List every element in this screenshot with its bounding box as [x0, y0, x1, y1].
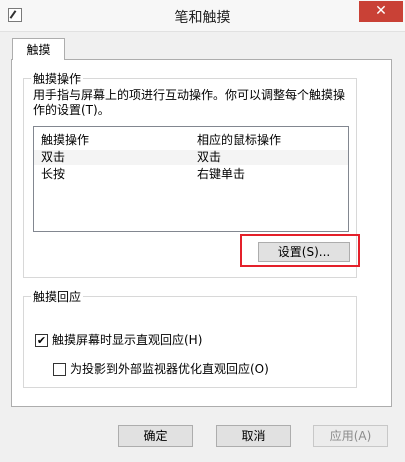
list-item-action: 长按 [41, 167, 66, 181]
touch-feedback-group-title: 触摸回应 [31, 288, 84, 305]
show-visual-feedback-checkbox[interactable]: ✔ [35, 334, 48, 347]
optimize-projection-checkbox[interactable] [53, 363, 66, 376]
title-bar: 笔和触摸 ✕ [0, 0, 405, 32]
show-visual-feedback-label[interactable]: 触摸屏幕时显示直观回应(H) [52, 333, 202, 348]
ok-button[interactable]: 确定 [118, 425, 193, 447]
list-item[interactable]: 双击 双击 [34, 150, 348, 165]
column-header-mouse-action: 相应的鼠标操作 [197, 133, 282, 147]
touch-actions-group-title: 触摸操作 [31, 70, 84, 87]
cancel-button[interactable]: 取消 [216, 425, 291, 447]
settings-button[interactable]: 设置(S)... [258, 242, 350, 262]
close-icon: ✕ [375, 3, 387, 19]
tab-touch[interactable]: 触摸 [12, 38, 65, 60]
list-item[interactable]: 长按 右键单击 [34, 167, 348, 182]
list-item-mouse: 右键单击 [197, 167, 246, 181]
list-header: 触摸操作 相应的鼠标操作 [34, 133, 348, 148]
list-item-action: 双击 [41, 150, 66, 164]
apply-button[interactable]: 应用(A) [313, 425, 388, 447]
optimize-projection-label[interactable]: 为投影到外部监视器优化直观回应(O) [70, 362, 269, 377]
checkmark-icon: ✔ [36, 334, 47, 347]
close-button[interactable]: ✕ [359, 1, 403, 22]
touch-actions-list[interactable]: 触摸操作 相应的鼠标操作 双击 双击 长按 右键单击 [33, 126, 349, 232]
column-header-touch-action: 触摸操作 [41, 133, 90, 147]
window-title: 笔和触摸 [174, 10, 231, 26]
touch-actions-description-line2: 作的设置(T)。 [33, 103, 110, 117]
touch-actions-description-line1: 用手指与屏幕上的项进行互动操作。你可以调整每个触摸操 [33, 88, 346, 102]
list-item-mouse: 双击 [197, 150, 222, 164]
